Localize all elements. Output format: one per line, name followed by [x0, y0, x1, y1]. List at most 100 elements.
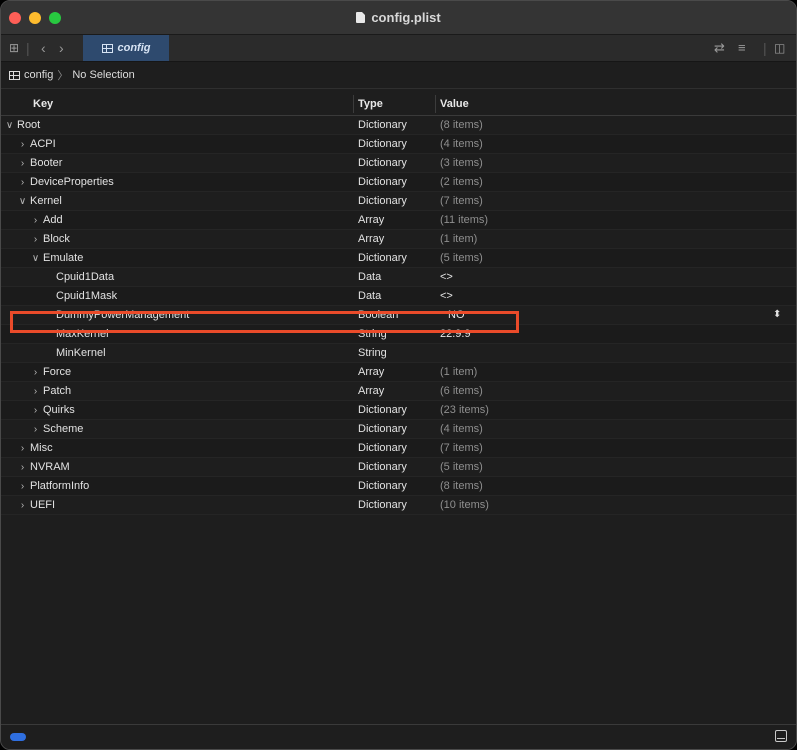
table-row[interactable]: DummyPowerManagement Boolean NO ⬍	[1, 306, 796, 325]
row-key-label: DeviceProperties	[30, 176, 114, 188]
row-key-label: MaxKernel	[56, 328, 109, 340]
row-type[interactable]: Dictionary	[358, 401, 407, 419]
row-value[interactable]: 22.9.9	[440, 325, 471, 343]
table-row[interactable]: ∨ Kernel Dictionary (7 items)	[1, 192, 796, 211]
row-value: (5 items)	[440, 252, 483, 264]
table-row[interactable]: ∨ Root Dictionary (8 items)	[1, 116, 796, 135]
chevron-down-icon[interactable]: ∨	[18, 193, 27, 211]
status-indicator[interactable]	[10, 733, 26, 741]
list-icon[interactable]: ≡	[738, 40, 746, 56]
table-row[interactable]: MaxKernel String 22.9.9	[1, 325, 796, 344]
chevron-right-icon[interactable]: ›	[31, 231, 40, 249]
row-value[interactable]: NO	[448, 306, 465, 324]
header-value[interactable]: Value	[440, 98, 469, 110]
row-type[interactable]: Dictionary	[358, 477, 407, 495]
row-key-label: NVRAM	[30, 461, 70, 473]
row-key-label: Cpuid1Data	[56, 271, 115, 283]
chevron-right-icon[interactable]: ›	[59, 40, 64, 56]
header-key[interactable]: Key	[33, 98, 53, 110]
tab-label: config	[117, 42, 151, 54]
row-type[interactable]: Array	[358, 382, 384, 400]
stepper-icon[interactable]: ⬍	[773, 306, 781, 324]
grid-icon[interactable]: ⊞	[9, 40, 19, 56]
chevron-left-icon[interactable]: ‹	[41, 40, 46, 56]
row-key: › Block	[31, 230, 70, 249]
window-title-wrap: config.plist	[1, 10, 796, 25]
row-key-label: Misc	[30, 442, 53, 454]
row-value[interactable]: <>	[440, 287, 453, 305]
row-type[interactable]: Dictionary	[358, 154, 407, 172]
row-type[interactable]: Dictionary	[358, 458, 407, 476]
table-row[interactable]: › Block Array (1 item)	[1, 230, 796, 249]
chevron-right-icon[interactable]: ›	[31, 364, 40, 382]
row-type[interactable]: Dictionary	[358, 439, 407, 457]
chevron-right-icon[interactable]: ›	[31, 212, 40, 230]
chevron-right-icon[interactable]: ›	[18, 174, 27, 192]
chevron-down-icon[interactable]: ∨	[5, 117, 14, 135]
row-value: (1 item)	[440, 233, 478, 245]
window: config.plist ⊞ | ‹ › config ⇄ ≡ | ◫ conf…	[0, 0, 797, 750]
row-type[interactable]: Data	[358, 268, 381, 286]
header-type[interactable]: Type	[358, 98, 383, 110]
row-key: MinKernel	[56, 344, 106, 362]
row-type[interactable]: Array	[358, 211, 384, 229]
row-type[interactable]: Dictionary	[358, 173, 407, 191]
chevron-right-icon[interactable]: ›	[18, 478, 27, 496]
row-type[interactable]: String	[358, 344, 387, 362]
panel-toggle-icon[interactable]	[775, 730, 787, 742]
row-key: ∨ Kernel	[18, 192, 62, 211]
row-type[interactable]: Dictionary	[358, 116, 407, 134]
swap-icon[interactable]: ⇄	[714, 40, 725, 56]
row-value: (8 items)	[440, 119, 483, 131]
chevron-right-icon[interactable]: ›	[31, 421, 40, 439]
table-row[interactable]: ∨ Emulate Dictionary (5 items)	[1, 249, 796, 268]
table-row[interactable]: › ACPI Dictionary (4 items)	[1, 135, 796, 154]
row-key: › ACPI	[18, 135, 56, 154]
table-row[interactable]: › Booter Dictionary (3 items)	[1, 154, 796, 173]
row-key-label: DummyPowerManagement	[56, 309, 190, 321]
row-type[interactable]: Dictionary	[358, 496, 407, 514]
chevron-right-icon[interactable]: ›	[18, 136, 27, 154]
row-type[interactable]: Boolean	[358, 306, 398, 324]
row-key: › Scheme	[31, 420, 84, 439]
table-row[interactable]: Cpuid1Data Data <>	[1, 268, 796, 287]
row-key: › PlatformInfo	[18, 477, 89, 496]
table-row[interactable]: › UEFI Dictionary (10 items)	[1, 496, 796, 515]
row-value[interactable]: <>	[440, 268, 453, 286]
row-value: (7 items)	[440, 195, 483, 207]
row-key-label: ACPI	[30, 138, 56, 150]
table-row[interactable]: › Add Array (11 items)	[1, 211, 796, 230]
table-row[interactable]: › Misc Dictionary (7 items)	[1, 439, 796, 458]
row-type[interactable]: String	[358, 325, 387, 343]
table-row[interactable]: › NVRAM Dictionary (5 items)	[1, 458, 796, 477]
table-row[interactable]: › Scheme Dictionary (4 items)	[1, 420, 796, 439]
row-key: › Quirks	[31, 401, 75, 420]
table-row[interactable]: › DeviceProperties Dictionary (2 items)	[1, 173, 796, 192]
row-type[interactable]: Dictionary	[358, 420, 407, 438]
table-row[interactable]: › Patch Array (6 items)	[1, 382, 796, 401]
row-key: MaxKernel	[56, 325, 109, 343]
table-row[interactable]: Cpuid1Mask Data <>	[1, 287, 796, 306]
table-row[interactable]: › Quirks Dictionary (23 items)	[1, 401, 796, 420]
table-row[interactable]: › PlatformInfo Dictionary (8 items)	[1, 477, 796, 496]
chevron-right-icon[interactable]: ›	[18, 440, 27, 458]
tab-config[interactable]: config	[83, 35, 169, 61]
sidebar-icon[interactable]: ◫	[774, 40, 785, 56]
chevron-right-icon[interactable]: ›	[31, 402, 40, 420]
chevron-right-icon[interactable]: ›	[18, 459, 27, 477]
row-type[interactable]: Dictionary	[358, 249, 407, 267]
table-row[interactable]: MinKernel String	[1, 344, 796, 363]
chevron-right-icon[interactable]: ›	[18, 497, 27, 515]
row-type[interactable]: Dictionary	[358, 135, 407, 153]
path-root[interactable]: config	[24, 69, 53, 81]
row-type[interactable]: Array	[358, 230, 384, 248]
chevron-right-icon[interactable]: ›	[18, 155, 27, 173]
chevron-down-icon[interactable]: ∨	[31, 250, 40, 268]
row-type[interactable]: Array	[358, 363, 384, 381]
table-row[interactable]: › Force Array (1 item)	[1, 363, 796, 382]
row-type[interactable]: Data	[358, 287, 381, 305]
chevron-right-icon[interactable]: ›	[31, 383, 40, 401]
row-value: (4 items)	[440, 423, 483, 435]
row-type[interactable]: Dictionary	[358, 192, 407, 210]
path-selection[interactable]: No Selection	[72, 69, 134, 81]
